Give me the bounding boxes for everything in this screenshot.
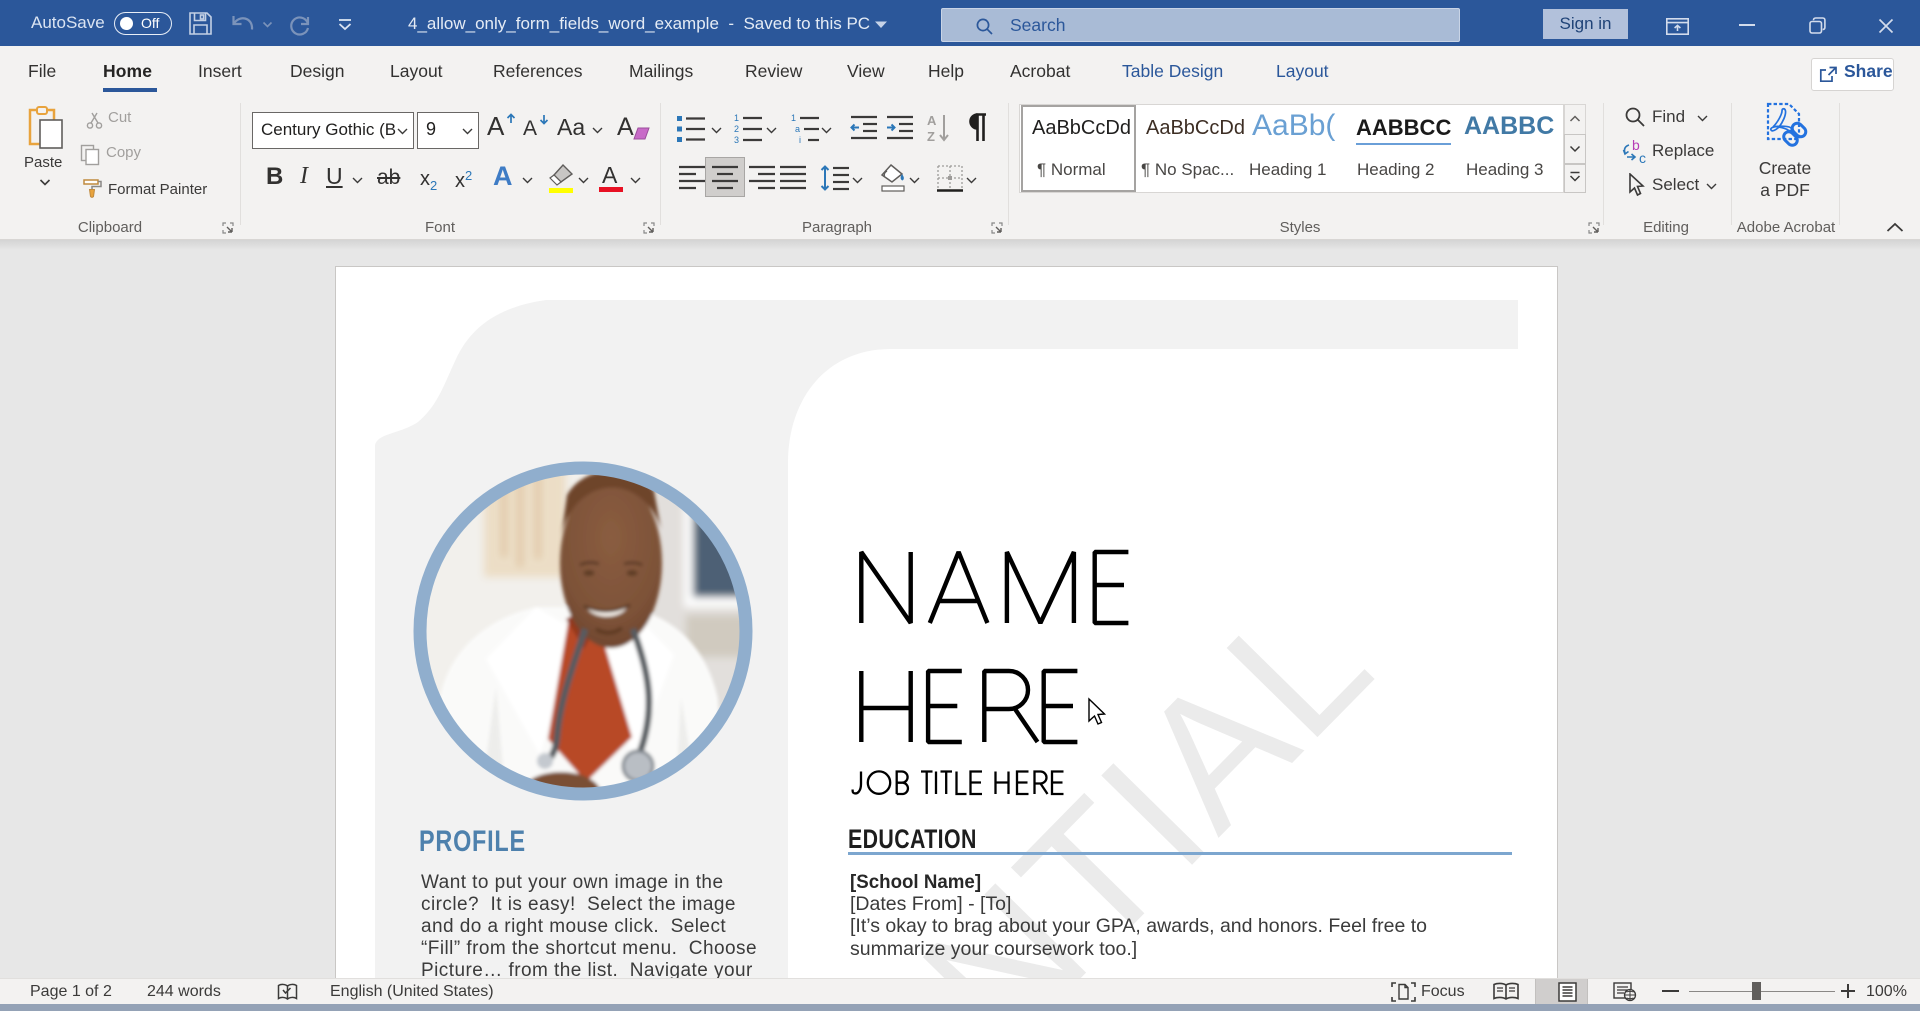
svg-text:1: 1: [791, 113, 796, 123]
svg-text:Z: Z: [927, 129, 935, 143]
svg-text:A: A: [927, 113, 937, 128]
svg-text:c: c: [1639, 150, 1646, 165]
svg-text:2: 2: [734, 124, 739, 134]
svg-text:a: a: [795, 124, 800, 134]
svg-text:1: 1: [734, 113, 739, 123]
svg-text:3: 3: [734, 135, 739, 145]
svg-text:i: i: [799, 135, 801, 145]
